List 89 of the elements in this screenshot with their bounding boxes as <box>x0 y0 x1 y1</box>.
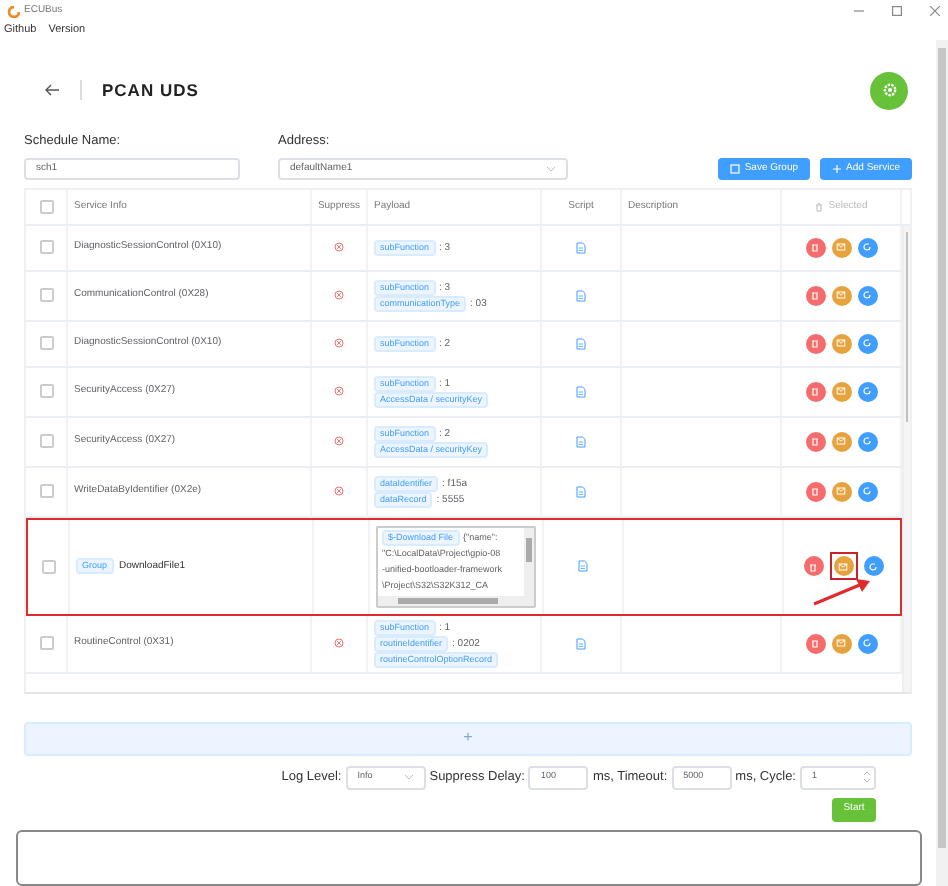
refresh-button[interactable] <box>857 481 877 502</box>
envelope-icon <box>838 561 848 572</box>
close-icon[interactable] <box>930 6 940 16</box>
page-scrollbar[interactable] <box>936 40 948 886</box>
circled-x-icon <box>334 290 344 301</box>
edit-button[interactable] <box>831 237 851 258</box>
envelope-icon <box>836 386 846 397</box>
delete-button[interactable] <box>805 633 825 654</box>
refresh-button[interactable] <box>857 285 877 306</box>
envelope-icon <box>836 290 846 301</box>
refresh-button[interactable] <box>857 633 877 654</box>
circled-x-icon <box>334 486 344 497</box>
chevron-down-icon <box>403 774 414 781</box>
circled-x-icon <box>334 386 344 397</box>
annotation-arrow <box>812 575 872 608</box>
envelope-icon <box>836 436 846 447</box>
envelope-icon <box>836 338 846 349</box>
circled-x-icon <box>334 338 344 349</box>
circled-x-icon <box>334 638 344 649</box>
edit-button[interactable] <box>831 633 851 654</box>
document-icon[interactable] <box>578 560 588 573</box>
document-icon[interactable] <box>576 337 586 350</box>
trash-icon <box>810 290 820 301</box>
row-checkbox[interactable] <box>40 336 54 351</box>
spinner-arrows-icon[interactable] <box>862 768 872 787</box>
save-icon <box>730 163 741 174</box>
minimize-icon[interactable] <box>854 6 864 16</box>
delete-button[interactable] <box>805 381 825 402</box>
delete-button[interactable] <box>805 237 825 258</box>
delete-button[interactable] <box>805 285 825 306</box>
row-checkbox[interactable] <box>40 288 54 303</box>
trash-icon <box>810 338 820 349</box>
document-icon[interactable] <box>576 435 586 448</box>
refresh-icon <box>862 386 872 397</box>
trash-icon <box>810 436 820 447</box>
settings-button[interactable] <box>870 71 908 109</box>
trash-icon <box>814 201 825 212</box>
edit-button[interactable] <box>831 285 851 306</box>
circled-x-icon <box>334 242 344 253</box>
envelope-icon <box>836 486 846 497</box>
circled-x-icon <box>334 436 344 447</box>
row-checkbox[interactable] <box>40 484 54 499</box>
row-checkbox[interactable] <box>40 434 54 449</box>
trash-icon <box>810 638 820 649</box>
delete-button[interactable] <box>803 556 823 577</box>
edit-button[interactable] <box>831 481 851 502</box>
delete-button[interactable] <box>805 333 825 354</box>
log-output-field[interactable] <box>16 830 922 886</box>
delete-button[interactable] <box>805 481 825 502</box>
refresh-button[interactable] <box>863 556 883 577</box>
envelope-icon <box>836 638 846 649</box>
refresh-icon <box>862 290 872 301</box>
app-logo-icon <box>8 5 20 17</box>
row-checkbox[interactable] <box>42 559 56 574</box>
refresh-button[interactable] <box>857 381 877 402</box>
refresh-icon <box>862 242 872 253</box>
trash-icon <box>810 386 820 397</box>
document-icon[interactable] <box>576 241 586 254</box>
trash-icon <box>810 486 820 497</box>
edit-button[interactable] <box>831 333 851 354</box>
row-checkbox[interactable] <box>40 636 54 651</box>
gear-icon <box>881 82 897 98</box>
refresh-icon <box>862 638 872 649</box>
row-checkbox[interactable] <box>40 384 54 399</box>
table-scrollbar[interactable] <box>902 225 910 692</box>
refresh-button[interactable] <box>857 431 877 452</box>
delete-button[interactable] <box>805 431 825 452</box>
document-icon[interactable] <box>576 485 586 498</box>
document-icon[interactable] <box>576 289 586 302</box>
trash-icon <box>808 561 818 572</box>
row-checkbox[interactable] <box>40 240 54 255</box>
document-icon[interactable] <box>576 637 586 650</box>
trash-icon <box>810 242 820 253</box>
envelope-icon <box>836 242 846 253</box>
edit-button[interactable] <box>831 431 851 452</box>
refresh-button[interactable] <box>857 333 877 354</box>
refresh-button[interactable] <box>857 237 877 258</box>
back-arrow-icon[interactable] <box>44 84 60 96</box>
refresh-icon <box>868 561 878 572</box>
maximize-icon[interactable] <box>892 6 902 16</box>
refresh-icon <box>862 486 872 497</box>
refresh-icon <box>862 436 872 447</box>
edit-button[interactable] <box>831 381 851 402</box>
refresh-icon <box>862 338 872 349</box>
plus-icon <box>832 163 843 174</box>
page-title: PCAN UDS <box>80 79 199 101</box>
select-all-checkbox[interactable] <box>40 199 54 214</box>
document-icon[interactable] <box>576 385 586 398</box>
chevron-down-icon <box>546 165 556 172</box>
